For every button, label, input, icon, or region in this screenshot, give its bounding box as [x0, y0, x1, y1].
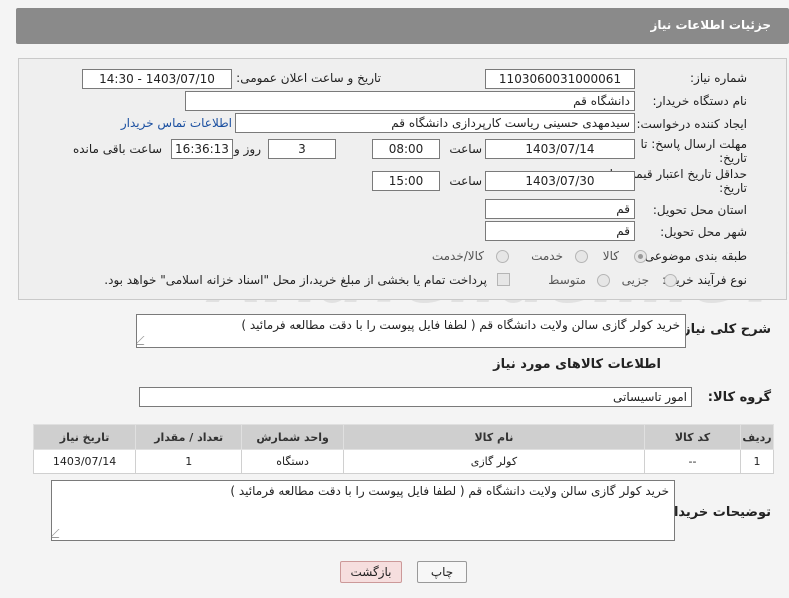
- province-label: استان محل تحویل:: [652, 203, 747, 217]
- process-minor-radio[interactable]: [664, 274, 677, 287]
- creator-label: ایجاد کننده درخواست:: [636, 117, 747, 131]
- reply-time-label: ساعت: [449, 142, 482, 156]
- summary-label: شرح کلی نیاز:: [677, 322, 771, 337]
- page-title-bar: جزئیات اطلاعات نیاز: [16, 8, 789, 44]
- cell-qty: 1: [135, 449, 243, 474]
- goods-group-field: امور تاسیساتی: [139, 387, 692, 407]
- cell-unit: دستگاه: [241, 449, 344, 474]
- reply-date-field: 1403/07/14: [485, 139, 635, 159]
- buyer-notes-textarea[interactable]: خرید کولر گازی سالن ولایت دانشگاه قم ( ل…: [51, 480, 675, 541]
- print-button[interactable]: چاپ: [417, 561, 467, 583]
- city-label: شهر محل تحویل:: [660, 225, 747, 239]
- announce-datetime-field: 1403/07/10 - 14:30: [82, 69, 232, 89]
- days-remaining-field: 3: [268, 139, 336, 159]
- cell-row: 1: [740, 449, 774, 474]
- goods-table: ردیف کد کالا نام کالا واحد شمارش تعداد /…: [32, 424, 774, 474]
- table-row: 1 -- کولر گازی دستگاه 1 1403/07/14: [32, 449, 774, 474]
- goods-section-title: اطلاعات کالاهای مورد نیاز: [493, 357, 661, 372]
- cell-date: 1403/07/14: [32, 449, 137, 474]
- summary-text: خرید کولر گازی سالن ولایت دانشگاه قم ( ل…: [241, 318, 680, 332]
- reply-deadline-label: مهلت ارسال پاسخ: تا: [640, 137, 747, 151]
- category-goods-label: کالا: [602, 249, 619, 263]
- buyer-contact-link[interactable]: اطلاعات تماس خریدار: [121, 116, 232, 130]
- col-row: ردیف: [740, 424, 774, 450]
- summary-textarea[interactable]: خرید کولر گازی سالن ولایت دانشگاه قم ( ل…: [136, 314, 686, 348]
- price-deadline-date-label: تاریخ:: [719, 181, 747, 195]
- cell-code: --: [643, 449, 742, 474]
- buyer-org-label: نام دستگاه خریدار:: [652, 94, 748, 108]
- buyer-notes-label: توضیحات خریدار:: [661, 505, 771, 520]
- city-field: قم: [485, 221, 635, 241]
- category-both-label: کالا/خدمت: [431, 249, 484, 263]
- category-service-radio[interactable]: [575, 250, 588, 263]
- reply-deadline-date-label: تاریخ:: [719, 151, 747, 165]
- back-button[interactable]: بازگشت: [340, 561, 402, 583]
- price-time-field: 15:00: [372, 171, 440, 191]
- treasury-payment-checkbox[interactable]: [497, 273, 510, 286]
- col-unit: واحد شمارش: [241, 424, 344, 450]
- category-both-radio[interactable]: [496, 250, 509, 263]
- price-date-field: 1403/07/30: [485, 171, 635, 191]
- resize-grip-icon[interactable]: [52, 529, 68, 538]
- creator-field: سیدمهدی حسینی ریاست کارپردازی دانشگاه قم: [235, 113, 635, 133]
- cell-name: کولر گازی: [342, 449, 645, 474]
- col-qty: تعداد / مقدار: [135, 424, 243, 450]
- category-service-label: خدمت: [531, 249, 563, 263]
- resize-grip-icon[interactable]: [137, 336, 153, 345]
- goods-group-label: گروه کالا:: [707, 390, 771, 405]
- buyer-org-field: دانشگاه قم: [185, 91, 635, 111]
- need-number-field: 1103060031000061: [485, 69, 635, 89]
- col-code: کد کالا: [643, 424, 742, 450]
- category-goods-radio[interactable]: [634, 250, 647, 263]
- goods-table-header: ردیف کد کالا نام کالا واحد شمارش تعداد /…: [32, 424, 774, 450]
- treasury-payment-text: پرداخت تمام یا بخشی از مبلغ خرید،از محل …: [104, 273, 487, 287]
- category-label: طبقه بندی موضوعی:: [640, 249, 747, 263]
- price-time-label: ساعت: [449, 174, 482, 188]
- process-medium-label: متوسط: [548, 273, 586, 287]
- process-medium-radio[interactable]: [597, 274, 610, 287]
- col-date: تاریخ نیاز: [32, 424, 137, 450]
- col-name: نام کالا: [342, 424, 645, 450]
- reply-time-field: 08:00: [372, 139, 440, 159]
- need-number-label: شماره نیاز:: [690, 71, 747, 85]
- province-field: قم: [485, 199, 635, 219]
- remaining-time-label: ساعت باقی مانده: [72, 142, 162, 156]
- remaining-time-field: 16:36:13: [171, 139, 233, 159]
- days-label: روز و: [234, 142, 261, 156]
- page-title: جزئیات اطلاعات نیاز: [650, 18, 771, 32]
- announce-datetime-label: تاریخ و ساعت اعلان عمومی:: [236, 71, 381, 85]
- buyer-notes-text: خرید کولر گازی سالن ولایت دانشگاه قم ( ل…: [230, 484, 669, 498]
- process-minor-label: جزیی: [621, 273, 649, 287]
